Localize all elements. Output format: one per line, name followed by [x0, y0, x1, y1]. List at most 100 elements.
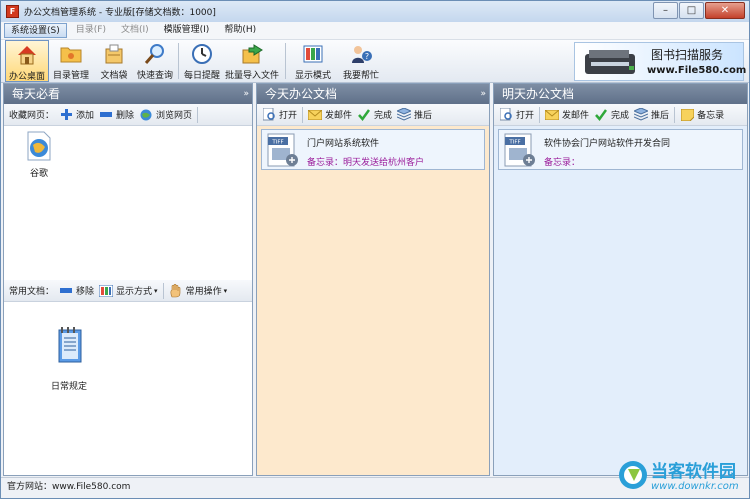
open-magnifier-icon — [499, 108, 513, 121]
folder-icon — [59, 42, 83, 66]
menu-system-settings[interactable]: 系统设置(S) — [4, 23, 67, 38]
magnifier-icon — [143, 42, 167, 66]
batch-import-button[interactable]: 批量导入文件 — [222, 40, 282, 82]
open-button[interactable]: 打开 — [262, 108, 297, 121]
send-email-button[interactable]: 发邮件 — [545, 108, 589, 121]
svg-text:TIFF: TIFF — [508, 140, 520, 146]
watermark-name: 当客软件园 — [651, 462, 736, 482]
toolbar-label: 办公桌面 — [8, 72, 45, 82]
document-memo: 备忘录： — [544, 158, 581, 168]
document-name: 软件协会门户网站软件开发合同 — [544, 139, 671, 149]
toolbar-label: 批量导入文件 — [224, 71, 279, 81]
import-icon — [240, 42, 264, 66]
office-desktop-button[interactable]: 办公桌面 — [5, 40, 49, 82]
checkmark-icon — [594, 108, 608, 121]
quick-search-button[interactable]: 快速查询 — [135, 40, 175, 82]
hand-icon — [169, 283, 183, 297]
favorites-label: 收藏网页： — [9, 111, 55, 121]
app-logo-icon: F — [6, 5, 19, 18]
delete-favorite-button[interactable]: 删除 — [99, 108, 134, 121]
tomorrow-office-docs-panel: 明天办公文档 打开 发邮件 完成 推后 备忘录 TIFF 软件协会门户网站软件开… — [493, 83, 748, 476]
envelope-icon — [545, 109, 560, 121]
common-operations-button[interactable]: 常用操作 ▾ — [169, 283, 228, 297]
today-office-docs-panel: 今天办公文档» 打开 发邮件 完成 推后 TIFF 门户网站系统软件 备忘录：明… — [256, 83, 490, 476]
tomorrow-document-card[interactable]: TIFF 软件协会门户网站软件开发合同 备忘录： — [498, 129, 743, 170]
memo-note-icon — [680, 108, 694, 121]
tiff-file-icon: TIFF — [267, 133, 298, 167]
house-icon — [15, 43, 39, 67]
add-favorite-button[interactable]: 添加 — [59, 108, 94, 121]
grid-view-icon — [99, 284, 114, 297]
remove-doc-button[interactable]: 移除 — [59, 284, 94, 297]
stack-icon — [397, 108, 412, 121]
browse-web-button[interactable]: 浏览网页 — [139, 108, 192, 121]
open-button[interactable]: 打开 — [499, 108, 534, 121]
envelope-icon — [308, 109, 323, 121]
notepad-icon — [58, 327, 82, 363]
document-name: 门户网站系统软件 — [307, 139, 380, 149]
layout-icon — [301, 42, 325, 66]
globe-icon — [27, 131, 51, 161]
toolbar-label: 显示模式 — [294, 71, 331, 81]
toolbar-label: 文档袋 — [100, 71, 128, 81]
panel-header: 今天办公文档» — [257, 84, 489, 104]
today-toolbar: 打开 发邮件 完成 推后 — [257, 104, 489, 126]
common-docs-toolbar: 常用文档： 移除 显示方式 ▾ 常用操作 ▾ — [4, 280, 252, 302]
menu-document[interactable]: 文档(I) — [115, 23, 155, 38]
checkmark-icon — [357, 108, 371, 121]
document-bag-icon — [102, 42, 126, 66]
open-magnifier-icon — [262, 108, 276, 121]
menu-help[interactable]: 帮助(H) — [218, 23, 262, 38]
svg-text:?: ? — [365, 52, 369, 61]
expand-arrow-icon[interactable]: » — [243, 84, 249, 104]
favorites-toolbar: 收藏网页： 添加 删除 浏览网页 — [4, 104, 252, 126]
watermark-url: www.downkr.com — [651, 481, 739, 492]
toolbar-label: 每日提醒 — [183, 71, 220, 81]
send-email-button[interactable]: 发邮件 — [308, 108, 352, 121]
document-bag-button[interactable]: 文档袋 — [93, 40, 135, 82]
scanner-icon — [585, 50, 635, 74]
globe-small-icon — [139, 109, 153, 121]
expand-arrow-icon[interactable]: » — [480, 84, 486, 104]
close-button[interactable]: ✕ — [705, 2, 745, 19]
watermark-logo-icon — [619, 461, 647, 489]
view-mode-button[interactable]: 显示方式 ▾ — [99, 284, 158, 297]
banner-title: 图书扫描服务 — [651, 48, 724, 62]
directory-management-button[interactable]: 目录管理 — [49, 40, 93, 82]
postpone-button[interactable]: 推后 — [397, 108, 432, 121]
maximize-button[interactable]: □ — [679, 2, 704, 19]
favorite-label: 谷歌 — [29, 169, 48, 179]
menu-directory[interactable]: 目录(F) — [70, 23, 112, 38]
tomorrow-toolbar: 打开 发邮件 完成 推后 备忘录 — [494, 104, 747, 126]
daily-reminder-button[interactable]: 每日提醒 — [182, 40, 222, 82]
today-document-card[interactable]: TIFF 门户网站系统软件 备忘录：明天发送给杭州客户 — [261, 129, 485, 170]
menu-bar: 系统设置(S) 目录(F) 文档(I) 模版管理(I) 帮助(H) — [1, 22, 749, 40]
stack-icon — [634, 108, 649, 121]
complete-button[interactable]: 完成 — [357, 108, 392, 121]
minimize-button[interactable]: – — [653, 2, 678, 19]
scan-service-banner[interactable]: 图书扫描服务 www.File580.com — [574, 42, 747, 81]
panel-header: 明天办公文档 — [494, 84, 747, 104]
minus-icon — [59, 285, 73, 297]
display-mode-button[interactable]: 显示模式 — [289, 40, 337, 82]
postpone-button[interactable]: 推后 — [634, 108, 669, 121]
banner-url: www.File580.com — [647, 65, 747, 76]
title-bar: F 办公文档管理系统 - 专业版[存储文档数：1000] – □ ✕ — [1, 1, 749, 22]
common-doc-item[interactable]: 日常规定 — [44, 327, 94, 392]
plus-icon — [59, 109, 73, 121]
window-title: 办公文档管理系统 - 专业版[存储文档数：1000] — [24, 8, 216, 18]
app-window: F 办公文档管理系统 - 专业版[存储文档数：1000] – □ ✕ 系统设置(… — [0, 0, 750, 499]
complete-button[interactable]: 完成 — [594, 108, 629, 121]
favorite-item-google[interactable]: 谷歌 — [22, 130, 56, 179]
clock-icon — [190, 42, 214, 66]
dropdown-arrow-icon: ▾ — [223, 286, 228, 295]
memo-button[interactable]: 备忘录 — [680, 108, 724, 121]
tiff-file-icon: TIFF — [504, 133, 535, 167]
menu-template-management[interactable]: 模版管理(I) — [158, 23, 216, 38]
svg-text:TIFF: TIFF — [271, 140, 283, 146]
toolbar-label: 我要帮忙 — [342, 71, 379, 81]
minus-icon — [99, 109, 113, 121]
panel-header: 每天必看» — [4, 84, 252, 104]
help-me-button[interactable]: ? 我要帮忙 — [341, 40, 381, 82]
toolbar-label: 快速查询 — [136, 71, 173, 81]
